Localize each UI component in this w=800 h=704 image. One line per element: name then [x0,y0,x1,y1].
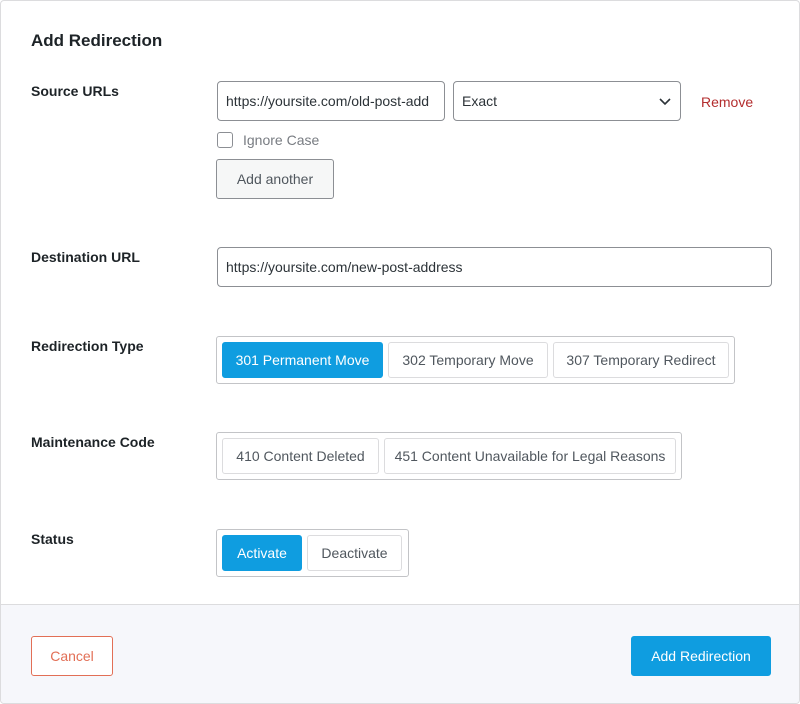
ignore-case-option[interactable]: Ignore Case [217,132,319,148]
type-option-301[interactable]: 301 Permanent Move [222,342,383,378]
type-option-307[interactable]: 307 Temporary Redirect [553,342,729,378]
type-option-302[interactable]: 302 Temporary Move [388,342,548,378]
code-option-451[interactable]: 451 Content Unavailable for Legal Reason… [384,438,676,474]
source-url-input[interactable] [217,81,445,121]
chevron-down-icon [659,98,671,106]
match-type-value: Exact [462,93,498,109]
status-activate-option[interactable]: Activate [222,535,302,571]
source-urls-label: Source URLs [31,83,119,99]
redirection-type-group: 301 Permanent Move 302 Temporary Move 30… [216,336,735,384]
status-group: Activate Deactivate [216,529,409,577]
destination-url-input[interactable] [217,247,772,287]
status-label: Status [31,531,74,547]
redirection-type-label: Redirection Type [31,338,144,354]
maintenance-code-label: Maintenance Code [31,434,155,450]
add-another-button[interactable]: Add another [216,159,334,199]
match-type-select[interactable]: Exact [453,81,681,121]
code-option-410[interactable]: 410 Content Deleted [222,438,379,474]
dialog-footer: Cancel Add Redirection [1,604,799,703]
cancel-button[interactable]: Cancel [31,636,113,676]
add-redirection-dialog: Add Redirection Source URLs Exact Remove… [0,0,800,704]
add-redirection-button[interactable]: Add Redirection [631,636,771,676]
remove-source-link[interactable]: Remove [701,94,753,110]
dialog-title: Add Redirection [31,31,163,50]
ignore-case-label: Ignore Case [243,132,320,148]
destination-url-label: Destination URL [31,249,140,265]
ignore-case-checkbox[interactable] [217,132,233,148]
status-deactivate-option[interactable]: Deactivate [307,535,402,571]
maintenance-code-group: 410 Content Deleted 451 Content Unavaila… [216,432,682,480]
